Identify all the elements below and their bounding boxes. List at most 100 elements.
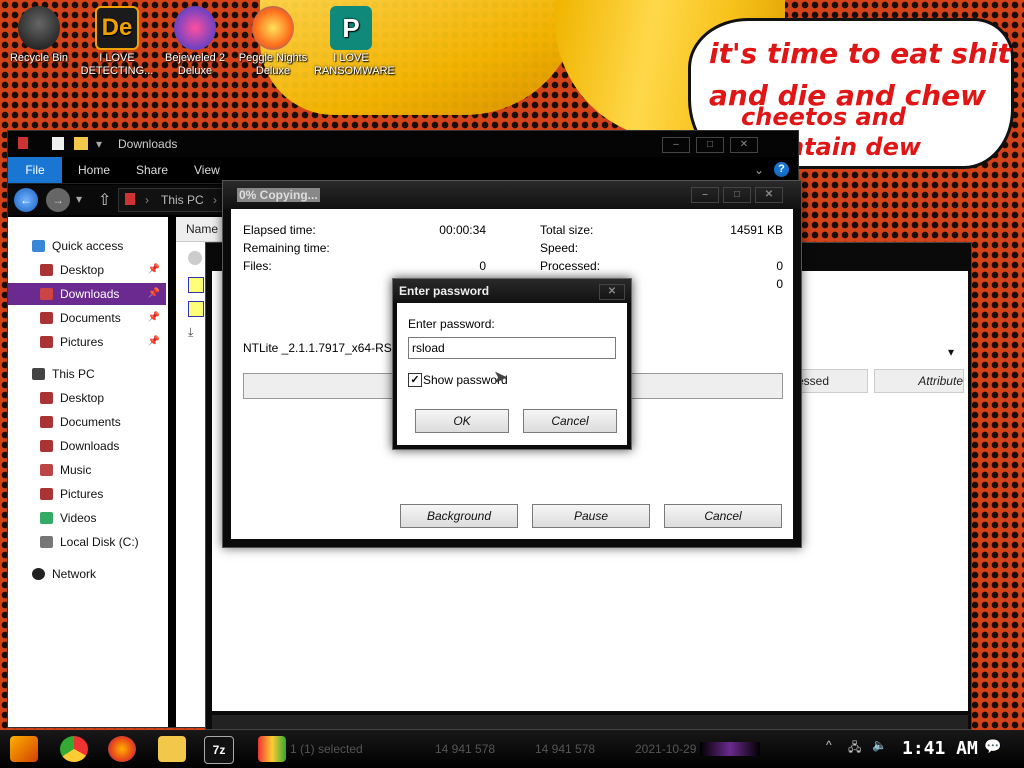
sidebar-item-pc-videos[interactable]: Videos [8,507,166,529]
computer-icon [32,368,45,380]
sidebar-item-quick-access[interactable]: Quick access [8,235,166,257]
explorer-maximize-button[interactable]: □ [696,137,724,153]
files-label: Files: [243,259,272,273]
column-header-processed[interactable]: essed [796,369,868,393]
explorer-app-icon [18,137,28,149]
horizontal-scrollbar[interactable] [212,715,968,729]
sidebar-item-documents[interactable]: Documents 📌 [8,307,166,329]
sidebar-item-pc-music[interactable]: Music [8,459,166,481]
volume-icon[interactable]: 🔈 [872,738,887,752]
videos-icon [40,512,53,524]
desktop-icon-recycle-bin[interactable]: Recycle Bin [2,6,76,65]
properties-icon[interactable] [52,137,64,150]
sidebar-item-downloads[interactable]: Downloads 📌 [8,283,166,305]
chevron-down-icon[interactable]: ⌄ [754,163,764,177]
new-folder-icon[interactable] [74,137,88,150]
explorer-title: Downloads [118,137,178,151]
sidebar-item-pc-pictures[interactable]: Pictures [8,483,166,505]
chevron-down-icon[interactable]: ▾ [948,345,962,361]
tab-view[interactable]: View [194,157,220,183]
speech-line-1: it's time to eat shit [709,37,1011,70]
network-icon [32,568,45,580]
copying-close-button[interactable]: ✕ [755,187,783,203]
clock[interactable]: 1:41 AM [902,738,978,759]
password-dialog-title: Enter password [399,284,490,298]
taskbar-accent-bar [700,742,760,756]
downloads-icon [125,193,135,205]
file-icon[interactable] [188,251,202,265]
explorer-close-button[interactable]: ✕ [730,137,758,153]
background-button[interactable]: Background [400,504,518,528]
explorer-titlebar[interactable]: ▾ Downloads – □ ✕ [8,131,798,157]
up-arrow-icon[interactable]: ⇧ [98,190,111,210]
password-close-button[interactable]: ✕ [599,284,625,300]
archive-app-icon[interactable] [258,736,286,762]
address-bar[interactable]: › This PC › D [118,188,232,212]
notification-icon[interactable]: 💬 [984,738,1001,755]
cancel-button[interactable]: Cancel [523,409,617,433]
back-arrow-icon[interactable]: ← [14,188,38,212]
sidebar-item-pictures[interactable]: Pictures 📌 [8,331,166,353]
cancel-copy-button[interactable]: Cancel [664,504,782,528]
pin-icon[interactable]: 📌 [148,259,160,281]
chrome-icon[interactable] [60,736,88,762]
copying-maximize-button[interactable]: □ [723,187,751,203]
desktop-icon-label: I LOVE RANSOMWARE [314,52,395,77]
sidebar-item-desktop[interactable]: Desktop 📌 [8,259,166,281]
password-dialog: Enter password ✕ Enter password: rsload … [392,278,632,450]
help-icon[interactable]: ? [774,162,789,177]
speech-line-3: cheetos and [741,103,906,131]
pin-icon[interactable]: 📌 [148,283,160,305]
processed-label: Processed: [540,259,601,273]
speed-label: Speed: [540,241,579,255]
sidebar-item-pc-documents[interactable]: Documents [8,411,166,433]
password-titlebar[interactable]: Enter password ✕ [393,279,631,303]
password-input[interactable]: rsload [408,337,616,359]
de-app-icon: De [95,6,139,50]
desktop-icon-detecting[interactable]: De I LOVE DETECTING... [80,6,154,78]
show-hidden-icons-icon[interactable]: ^ [826,738,832,752]
desktop-icon-label: Peggle Nights Deluxe [238,52,308,77]
recent-locations-icon[interactable]: ▾ [76,192,82,206]
peggle-icon [252,6,294,50]
desktop-icon-ransomware[interactable]: P I LOVE RANSOMWARE [314,6,395,78]
drive-icon [40,536,53,548]
sidebar-item-this-pc[interactable]: This PC [8,363,166,385]
start-button-icon[interactable] [10,736,38,762]
network-icon[interactable]: 🖧 [848,738,861,759]
file-explorer-icon[interactable] [158,736,186,762]
sidebar-item-pc-downloads[interactable]: Downloads [8,435,166,457]
tab-home[interactable]: Home [78,157,110,183]
copying-titlebar[interactable]: 0% Copying... – □ ✕ [223,181,801,209]
pictures-icon [40,336,53,348]
sidebar-item-local-disk[interactable]: Local Disk (C:) [8,531,166,553]
current-filename: NTLite _2.1.1.7917_x64-RSLOA [243,341,416,355]
archive-icon[interactable] [188,277,204,293]
pin-icon[interactable]: 📌 [148,307,160,329]
processed-value: 0 [776,259,783,273]
breadcrumb-this-pc[interactable]: This PC [161,193,204,207]
tab-share[interactable]: Share [136,157,168,183]
ok-button[interactable]: OK [415,409,509,433]
archive-icon[interactable] [188,301,204,317]
forward-arrow-icon[interactable]: → [46,188,70,212]
taskbar: 7z 1 (1) selected 14 941 578 14 941 578 … [0,730,1024,768]
sidebar-item-network[interactable]: Network [8,563,166,585]
firefox-icon[interactable] [108,736,136,762]
pause-button[interactable]: Pause [532,504,650,528]
copying-minimize-button[interactable]: – [691,187,719,203]
pictures-icon [40,488,53,500]
show-password-checkbox[interactable]: ✓ [408,373,422,387]
seven-zip-icon[interactable]: 7z [204,736,234,764]
desktop-icon-bejeweled[interactable]: Bejeweled 2 Deluxe [158,6,232,78]
desktop-icon-peggle[interactable]: Peggle Nights Deluxe [236,6,310,78]
desktop-icon-label: I LOVE DETECTING... [80,52,154,77]
explorer-minimize-button[interactable]: – [662,137,690,153]
column-header-attributes[interactable]: Attribute [874,369,964,393]
tab-file[interactable]: File [8,157,62,183]
pin-icon[interactable]: 📌 [148,331,160,353]
sidebar-item-pc-desktop[interactable]: Desktop [8,387,166,409]
chevron-down-icon[interactable]: ▾ [96,137,102,151]
status-selected: 1 (1) selected [290,742,363,756]
download-icon[interactable]: ⤓ [188,325,193,340]
